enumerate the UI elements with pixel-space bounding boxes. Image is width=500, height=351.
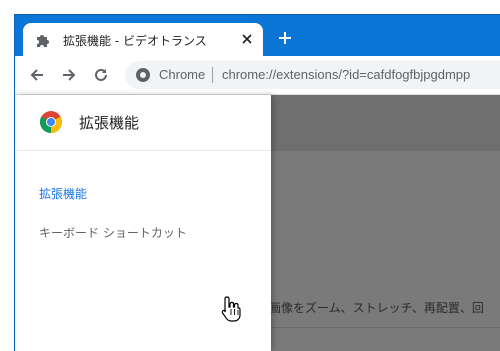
tab-extensions[interactable]: 拡張機能 - ビデオトランス	[23, 23, 263, 56]
hand-cursor-icon	[220, 295, 242, 323]
chrome-logo-icon	[135, 67, 151, 83]
browser-window: 拡張機能 - ビデオトランス Chrome chrome://extension…	[14, 14, 500, 351]
tab-title: 拡張機能 - ビデオトランス	[63, 34, 207, 48]
omnibox-separator	[212, 67, 213, 83]
close-icon[interactable]	[239, 31, 255, 47]
back-arrow-icon	[30, 69, 43, 81]
drawer-item-keyboard-shortcuts[interactable]: キーボード ショートカット	[39, 224, 187, 241]
page-content: 画像をズーム、ストレッチ、再配置、回 拡張機能 拡張機能 キーボード ショートカ…	[15, 95, 500, 351]
new-tab-button[interactable]	[275, 28, 295, 48]
reload-icon	[95, 68, 107, 81]
url-text: chrome://extensions/?id=cafdfogfbjpgdmpp	[222, 67, 471, 82]
drawer-title: 拡張機能	[79, 114, 140, 132]
drawer-item-extensions[interactable]: 拡張機能	[39, 185, 87, 202]
puzzle-piece-icon	[35, 32, 51, 48]
back-button[interactable]	[27, 65, 47, 85]
divider	[269, 327, 500, 328]
address-bar[interactable]: Chrome chrome://extensions/?id=cafdfogfb…	[125, 61, 500, 89]
chrome-logo-icon	[39, 110, 63, 134]
drawer-header: 拡張機能	[15, 95, 271, 151]
reload-button[interactable]	[91, 65, 111, 85]
forward-button[interactable]	[59, 65, 79, 85]
toolbar: Chrome chrome://extensions/?id=cafdfogfb…	[15, 56, 500, 95]
forward-arrow-icon	[63, 69, 76, 81]
extension-description-text: 画像をズーム、ストレッチ、再配置、回	[269, 301, 484, 315]
tab-strip: 拡張機能 - ビデオトランス	[15, 15, 500, 56]
plus-icon	[279, 32, 291, 44]
site-label: Chrome	[159, 67, 206, 82]
